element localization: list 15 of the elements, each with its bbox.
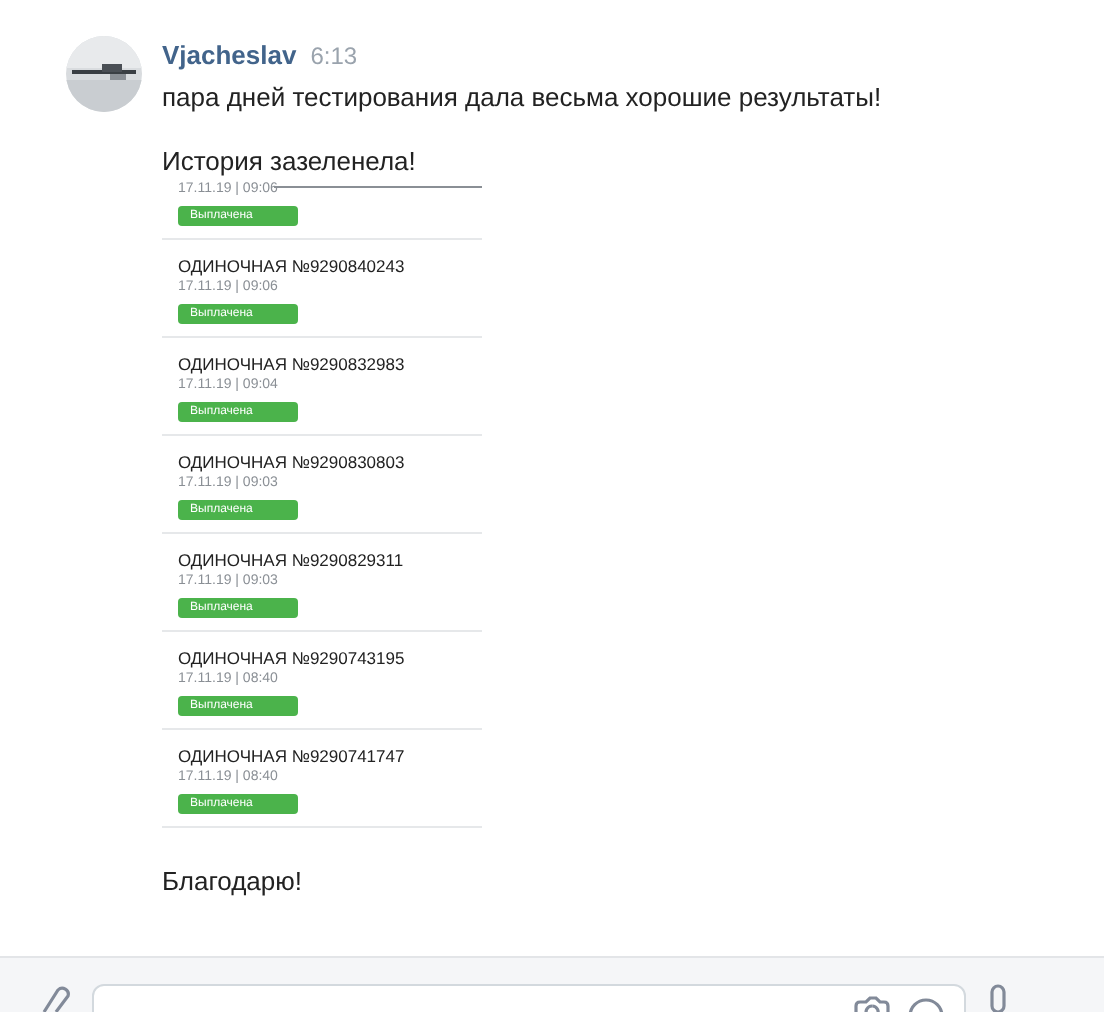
message-time: 6:13 [310, 40, 358, 74]
paperclip-icon[interactable] [40, 984, 72, 1012]
payment-title: ОДИНОЧНАЯ №9290830803 [178, 451, 407, 473]
payment-title: ОДИНОЧНАЯ №9290743195 [178, 647, 407, 669]
camera-icon[interactable] [852, 996, 892, 1012]
payment-title: ОДИНОЧНАЯ №9290741747 [178, 745, 407, 767]
microphone-icon[interactable] [986, 984, 1010, 1012]
payment-title: ОДИНОЧНАЯ №9290832983 [178, 353, 407, 375]
smiley-icon[interactable] [908, 996, 944, 1012]
payment-title: ОДИНОЧНАЯ №9290829311 [178, 549, 406, 571]
message-text: Благодарю! [162, 863, 305, 900]
payment-title: ОДИНОЧНАЯ №9290840243 [178, 255, 407, 277]
message-text: История зазеленела! [162, 145, 418, 177]
message-text: пара дней тестирования дала весьма хорошие результаты! [162, 81, 882, 113]
author-name[interactable]: Vjacheslav [162, 36, 297, 75]
